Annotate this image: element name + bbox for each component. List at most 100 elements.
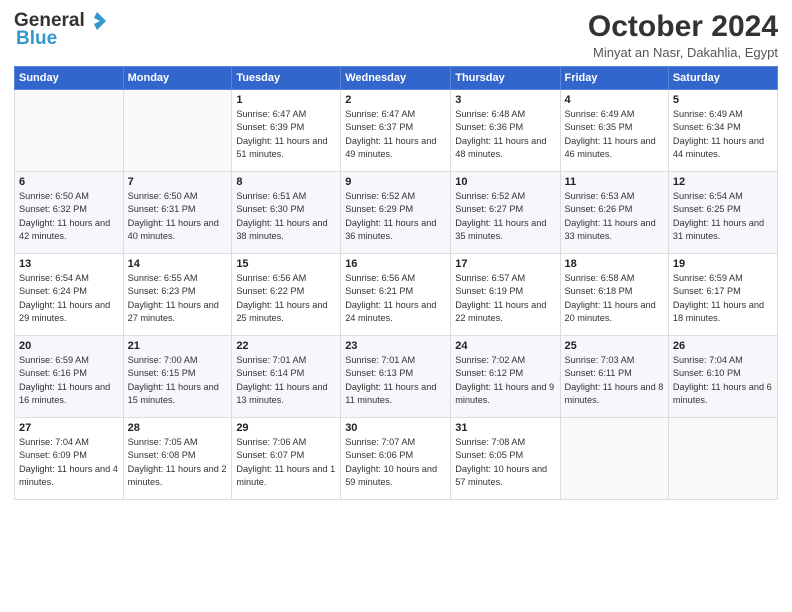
day-info: Sunrise: 7:01 AMSunset: 6:13 PMDaylight:… — [345, 354, 446, 407]
calendar-cell: 5 Sunrise: 6:49 AMSunset: 6:34 PMDaylight… — [668, 90, 777, 172]
calendar-cell: 4 Sunrise: 6:49 AMSunset: 6:35 PMDaylight… — [560, 90, 668, 172]
calendar-cell: 22Sunrise: 7:01 AMSunset: 6:14 PMDayligh… — [232, 336, 341, 418]
month-title: October 2024 — [588, 10, 778, 43]
calendar-cell: 16 Sunrise: 6:56 AMSunset: 6:21 PMDayligh… — [341, 254, 451, 336]
header: General Blue October 2024 Minyat an Nasr… — [14, 10, 778, 60]
day-number: 4 — [565, 94, 664, 106]
page: General Blue October 2024 Minyat an Nasr… — [0, 0, 792, 612]
day-info: Sunrise: 6:48 AMSunset: 6:36 PMDaylight:… — [455, 108, 555, 161]
week-row-4: 27Sunrise: 7:04 AMSunset: 6:09 PMDayligh… — [15, 418, 778, 500]
calendar-cell — [560, 418, 668, 500]
calendar-cell: 11 Sunrise: 6:53 AMSunset: 6:26 PMDayligh… — [560, 172, 668, 254]
title-area: October 2024 Minyat an Nasr, Dakahlia, E… — [588, 10, 778, 60]
day-info: Sunrise: 7:04 AMSunset: 6:09 PMDaylight:… — [19, 436, 119, 489]
day-info: Sunrise: 6:59 AMSunset: 6:16 PMDaylight:… — [19, 354, 119, 407]
calendar-cell: 7 Sunrise: 6:50 AMSunset: 6:31 PMDaylight… — [123, 172, 232, 254]
calendar-cell: 2 Sunrise: 6:47 AMSunset: 6:37 PMDaylight… — [341, 90, 451, 172]
day-number: 6 — [19, 176, 119, 188]
day-info: Sunrise: 7:04 AMSunset: 6:10 PMDaylight:… — [673, 354, 773, 407]
calendar-cell: 24 Sunrise: 7:02 AMSunset: 6:12 PMDayligh… — [451, 336, 560, 418]
day-info: Sunrise: 7:03 AMSunset: 6:11 PMDaylight:… — [565, 354, 664, 407]
day-number: 29 — [236, 422, 336, 434]
calendar-cell: 21Sunrise: 7:00 AMSunset: 6:15 PMDayligh… — [123, 336, 232, 418]
day-number: 11 — [565, 176, 664, 188]
day-info: Sunrise: 6:55 AMSunset: 6:23 PMDaylight:… — [128, 272, 228, 325]
day-number: 13 — [19, 258, 119, 270]
day-info: Sunrise: 6:52 AMSunset: 6:29 PMDaylight:… — [345, 190, 446, 243]
logo: General Blue — [14, 10, 109, 50]
day-info: Sunrise: 7:06 AMSunset: 6:07 PMDaylight:… — [236, 436, 336, 489]
day-number: 31 — [455, 422, 555, 434]
calendar-table: SundayMondayTuesdayWednesdayThursdayFrid… — [14, 66, 778, 500]
week-row-3: 20 Sunrise: 6:59 AMSunset: 6:16 PMDayligh… — [15, 336, 778, 418]
calendar-cell: 18Sunrise: 6:58 AMSunset: 6:18 PMDayligh… — [560, 254, 668, 336]
subtitle: Minyat an Nasr, Dakahlia, Egypt — [588, 45, 778, 60]
day-number: 17 — [455, 258, 555, 270]
day-info: Sunrise: 6:59 AMSunset: 6:17 PMDaylight:… — [673, 272, 773, 325]
day-number: 8 — [236, 176, 336, 188]
weekday-header-tuesday: Tuesday — [232, 67, 341, 90]
day-number: 16 — [345, 258, 446, 270]
calendar-cell: 25Sunrise: 7:03 AMSunset: 6:11 PMDayligh… — [560, 336, 668, 418]
day-info: Sunrise: 6:57 AMSunset: 6:19 PMDaylight:… — [455, 272, 555, 325]
day-number: 28 — [128, 422, 228, 434]
calendar-cell: 17 Sunrise: 6:57 AMSunset: 6:19 PMDayligh… — [451, 254, 560, 336]
day-number: 12 — [673, 176, 773, 188]
weekday-header-friday: Friday — [560, 67, 668, 90]
day-number: 1 — [236, 94, 336, 106]
day-info: Sunrise: 6:52 AMSunset: 6:27 PMDaylight:… — [455, 190, 555, 243]
day-number: 30 — [345, 422, 446, 434]
weekday-header-row: SundayMondayTuesdayWednesdayThursdayFrid… — [15, 67, 778, 90]
calendar-cell: 28Sunrise: 7:05 AMSunset: 6:08 PMDayligh… — [123, 418, 232, 500]
day-info: Sunrise: 7:07 AMSunset: 6:06 PMDaylight:… — [345, 436, 446, 489]
day-info: Sunrise: 6:49 AMSunset: 6:34 PMDaylight:… — [673, 108, 773, 161]
week-row-2: 13Sunrise: 6:54 AMSunset: 6:24 PMDayligh… — [15, 254, 778, 336]
calendar-cell: 14 Sunrise: 6:55 AMSunset: 6:23 PMDayligh… — [123, 254, 232, 336]
calendar-cell — [668, 418, 777, 500]
day-info: Sunrise: 6:50 AMSunset: 6:31 PMDaylight:… — [128, 190, 228, 243]
week-row-1: 6Sunrise: 6:50 AMSunset: 6:32 PMDaylight… — [15, 172, 778, 254]
day-info: Sunrise: 6:47 AMSunset: 6:37 PMDaylight:… — [345, 108, 446, 161]
weekday-header-sunday: Sunday — [15, 67, 124, 90]
day-number: 24 — [455, 340, 555, 352]
day-number: 5 — [673, 94, 773, 106]
day-info: Sunrise: 6:56 AMSunset: 6:22 PMDaylight:… — [236, 272, 336, 325]
calendar-cell: 30 Sunrise: 7:07 AMSunset: 6:06 PMDayligh… — [341, 418, 451, 500]
day-number: 7 — [128, 176, 228, 188]
day-number: 15 — [236, 258, 336, 270]
day-info: Sunrise: 6:51 AMSunset: 6:30 PMDaylight:… — [236, 190, 336, 243]
weekday-header-wednesday: Wednesday — [341, 67, 451, 90]
day-number: 20 — [19, 340, 119, 352]
day-info: Sunrise: 6:56 AMSunset: 6:21 PMDaylight:… — [345, 272, 446, 325]
calendar-cell: 12Sunrise: 6:54 AMSunset: 6:25 PMDayligh… — [668, 172, 777, 254]
calendar-cell: 15 Sunrise: 6:56 AMSunset: 6:22 PMDayligh… — [232, 254, 341, 336]
calendar-cell: 8 Sunrise: 6:51 AMSunset: 6:30 PMDaylight… — [232, 172, 341, 254]
day-info: Sunrise: 7:00 AMSunset: 6:15 PMDaylight:… — [128, 354, 228, 407]
week-row-0: 1 Sunrise: 6:47 AMSunset: 6:39 PMDaylight… — [15, 90, 778, 172]
day-info: Sunrise: 6:58 AMSunset: 6:18 PMDaylight:… — [565, 272, 664, 325]
calendar-cell: 20 Sunrise: 6:59 AMSunset: 6:16 PMDayligh… — [15, 336, 124, 418]
calendar-cell: 1 Sunrise: 6:47 AMSunset: 6:39 PMDaylight… — [232, 90, 341, 172]
weekday-header-monday: Monday — [123, 67, 232, 90]
day-info: Sunrise: 7:02 AMSunset: 6:12 PMDaylight:… — [455, 354, 555, 407]
weekday-header-thursday: Thursday — [451, 67, 560, 90]
day-info: Sunrise: 6:49 AMSunset: 6:35 PMDaylight:… — [565, 108, 664, 161]
day-info: Sunrise: 6:47 AMSunset: 6:39 PMDaylight:… — [236, 108, 336, 161]
day-number: 2 — [345, 94, 446, 106]
day-number: 14 — [128, 258, 228, 270]
day-number: 23 — [345, 340, 446, 352]
calendar-cell: 13Sunrise: 6:54 AMSunset: 6:24 PMDayligh… — [15, 254, 124, 336]
calendar-cell: 27Sunrise: 7:04 AMSunset: 6:09 PMDayligh… — [15, 418, 124, 500]
calendar-cell: 10 Sunrise: 6:52 AMSunset: 6:27 PMDayligh… — [451, 172, 560, 254]
day-info: Sunrise: 6:53 AMSunset: 6:26 PMDaylight:… — [565, 190, 664, 243]
logo-blue: Blue — [16, 28, 57, 50]
calendar-cell: 29 Sunrise: 7:06 AMSunset: 6:07 PMDayligh… — [232, 418, 341, 500]
calendar-cell: 6Sunrise: 6:50 AMSunset: 6:32 PMDaylight… — [15, 172, 124, 254]
calendar-cell — [15, 90, 124, 172]
day-number: 26 — [673, 340, 773, 352]
calendar-cell: 23 Sunrise: 7:01 AMSunset: 6:13 PMDayligh… — [341, 336, 451, 418]
day-number: 9 — [345, 176, 446, 188]
logo-icon — [86, 10, 108, 32]
calendar-cell: 31Sunrise: 7:08 AMSunset: 6:05 PMDayligh… — [451, 418, 560, 500]
day-number: 10 — [455, 176, 555, 188]
